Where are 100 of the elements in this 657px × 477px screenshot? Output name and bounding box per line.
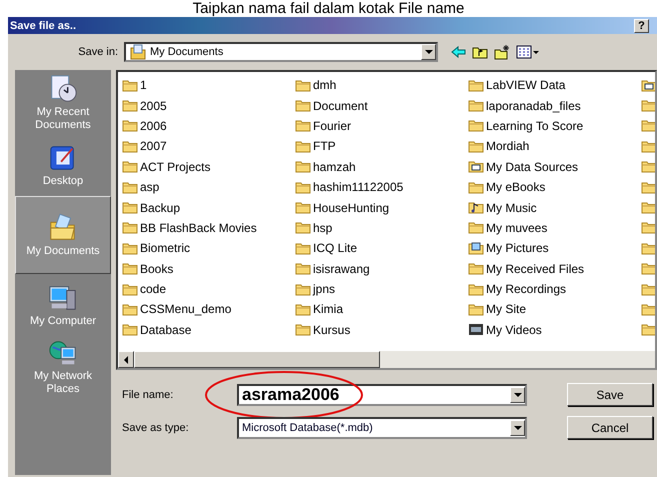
places-item[interactable]: My Recent Documents — [15, 72, 111, 134]
scrollbar-thumb[interactable] — [134, 351, 380, 368]
folder-name[interactable]: dmh — [313, 78, 336, 92]
place-label: My Network Places — [32, 370, 94, 396]
folder-name[interactable]: 2005 — [140, 98, 167, 113]
folder-name[interactable]: CSSMenu_demo — [140, 302, 232, 316]
help-button[interactable]: ? — [634, 18, 649, 32]
folder-name[interactable]: Database — [140, 322, 192, 337]
folder-name[interactable]: 2007 — [140, 139, 167, 154]
folder-icon — [641, 323, 655, 336]
folder-name[interactable]: Learning To Score — [486, 118, 584, 133]
places-item[interactable]: My Computer — [15, 274, 111, 336]
folder-icon — [295, 302, 311, 316]
folder-name[interactable]: asp — [140, 180, 160, 194]
folder-name[interactable]: Kimia — [313, 302, 344, 316]
folder-name[interactable]: jpns — [313, 282, 336, 296]
file-name-field[interactable]: asrama2006 — [237, 384, 527, 406]
folder-name[interactable]: hsp — [313, 220, 332, 235]
folder-name[interactable]: Kursus — [313, 322, 350, 337]
film-icon — [468, 323, 484, 336]
folder-name[interactable]: My Data Sources — [486, 160, 578, 174]
folder-icon — [122, 201, 138, 214]
folder-icon — [641, 242, 655, 255]
folder-name[interactable]: code — [140, 282, 166, 296]
folder-name[interactable]: My Recordings — [486, 282, 566, 296]
folder-name[interactable]: Backup — [140, 200, 180, 215]
folder-icon — [122, 160, 138, 174]
folder-name[interactable]: LabVIEW Data — [486, 78, 566, 92]
folder-name[interactable]: BB FlashBack Movies — [140, 220, 257, 235]
save-as-type-value: Microsoft Database(*.mdb) — [241, 422, 374, 434]
place-label: My Documents — [26, 244, 100, 258]
folder-name[interactable]: ICQ Lite — [313, 241, 358, 256]
folder-icon — [641, 262, 655, 276]
folder-icon — [468, 119, 484, 132]
horizontal-scrollbar[interactable] — [118, 351, 655, 368]
data-folder-icon — [468, 160, 484, 174]
folder-name[interactable]: FTP — [313, 139, 336, 154]
back-arrow-icon[interactable] — [450, 44, 466, 60]
folder-name[interactable]: hashim11122005 — [313, 180, 404, 194]
folder-icon — [641, 119, 655, 132]
file-name-value: asrama2006 — [241, 384, 340, 404]
folder-icon — [468, 262, 484, 276]
save-in-dropdown[interactable]: My Documents — [124, 42, 438, 62]
folder-icon — [295, 99, 311, 112]
places-item[interactable]: Desktop — [15, 134, 111, 196]
folder-name[interactable]: 1 — [140, 78, 147, 92]
folder-icon — [468, 140, 484, 153]
folder-icon — [641, 221, 655, 234]
folder-name[interactable]: My eBooks — [486, 180, 546, 194]
music-folder-icon — [468, 201, 484, 214]
places-item[interactable]: My Network Places — [15, 336, 111, 398]
folder-icon — [641, 302, 655, 316]
folder-name[interactable]: laporanadab_files — [486, 98, 581, 113]
folder-icon — [295, 201, 311, 214]
cancel-button[interactable]: Cancel — [567, 416, 653, 439]
folder-icon — [122, 262, 138, 276]
folder-icon — [295, 119, 311, 132]
folder-name[interactable]: hamzah — [313, 160, 356, 174]
pictures-folder-icon — [468, 242, 484, 255]
folder-name[interactable]: My muvees — [486, 220, 548, 235]
folder-name[interactable]: My Videos — [486, 322, 542, 337]
folder-icon — [641, 99, 655, 112]
folder-name[interactable]: Document — [313, 98, 368, 113]
folder-icon — [295, 221, 311, 234]
folder-name[interactable]: ACT Projects — [140, 160, 210, 174]
folder-icon — [468, 78, 484, 92]
folder-icon — [295, 262, 311, 276]
folder-icon — [122, 140, 138, 153]
folder-name[interactable]: My Site — [486, 302, 526, 316]
folder-icon — [295, 180, 311, 194]
documents-folder-icon — [130, 44, 146, 60]
save-as-type-dropdown[interactable]: Microsoft Database(*.mdb) — [237, 416, 527, 438]
folder-icon — [295, 242, 311, 255]
folder-icon — [122, 99, 138, 112]
folder-icon — [295, 78, 311, 92]
folder-icon — [122, 242, 138, 255]
save-in-value: My Documents — [150, 46, 224, 58]
folder-name[interactable]: Fourier — [313, 118, 352, 133]
place-label: My Recent Documents — [34, 106, 92, 132]
folder-icon — [641, 201, 655, 214]
folder-name[interactable]: 2006 — [140, 118, 167, 133]
folder-name[interactable]: Biometric — [140, 241, 190, 256]
folder-name[interactable]: My Pictures — [486, 241, 549, 256]
folder-name[interactable]: Mordiah — [486, 139, 530, 154]
folder-name[interactable]: HouseHunting — [313, 200, 390, 215]
folder-name[interactable]: My Music — [486, 200, 537, 215]
folder-icon — [468, 221, 484, 234]
folder-icon — [295, 323, 311, 336]
scroll-left-icon[interactable] — [118, 351, 134, 368]
view-menu-icon[interactable] — [516, 44, 540, 60]
folder-name[interactable]: isisrawang — [313, 262, 370, 276]
folder-icon — [122, 119, 138, 132]
save-button[interactable]: Save — [567, 383, 653, 406]
save-as-type-label: Save as type: — [121, 422, 190, 434]
folder-name[interactable]: My Received Files — [486, 262, 584, 276]
open-folder-icon — [48, 212, 78, 242]
folder-icon — [122, 323, 138, 336]
folder-name[interactable]: Books — [140, 262, 174, 276]
folder-icon — [641, 140, 655, 153]
new-folder-icon[interactable] — [494, 44, 510, 60]
